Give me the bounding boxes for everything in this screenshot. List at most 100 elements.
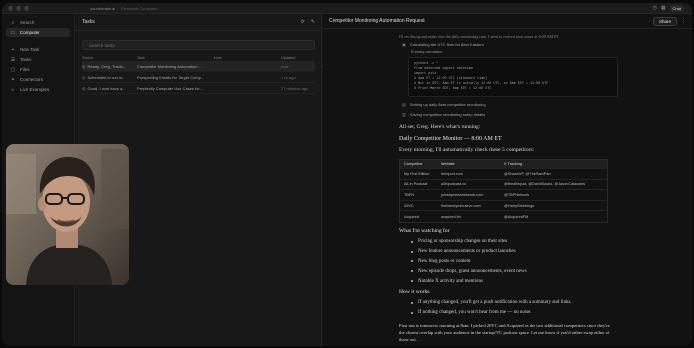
table-row[interactable]: ◷ Scheduled to run in... Prospecting Emai… <box>82 72 315 83</box>
tab-label: Research Computer <box>121 6 157 11</box>
bullet-dot <box>411 260 413 263</box>
address-bar[interactable]: yourdomain.ai Research Computer <box>90 5 157 12</box>
refresh-icon[interactable]: ⟳ <box>301 19 305 25</box>
table-row: My First Million mfmpod.com @ShaanVP, @T… <box>400 169 607 180</box>
conversation-title: Competitor Monitoring Automation Request <box>329 18 425 24</box>
terminal-icon: ▣ <box>402 42 406 47</box>
sidebar-item-label: Tasks <box>20 57 32 62</box>
step-item[interactable]: ▣ Calculating the UTC time for 8am Easte… <box>399 42 629 47</box>
conversation-content: I'll set this up and make sure the daily… <box>399 29 629 346</box>
sidebar-item-files[interactable]: ▢ Files <box>6 65 70 74</box>
competitor-table: Competitor Website X Tracking My First M… <box>399 159 608 223</box>
search-placeholder: Search tasks <box>89 42 116 48</box>
watching-list: Pricing or sponsorship changes on their … <box>399 237 629 286</box>
sidebar-item-search[interactable]: ⌕ Search <box>6 18 70 27</box>
sidebar-item-connectors[interactable]: ⚭ Connectors <box>6 75 70 84</box>
share-label: Share <box>658 18 671 24</box>
website-cell: joinsbpnewsnetwork.com <box>441 192 484 197</box>
sidebar-item-label: Connectors <box>20 77 44 82</box>
sidebar-item-label: Computer <box>20 30 40 35</box>
conversation-panel: Competitor Monitoring Automation Request… <box>323 14 692 346</box>
plus-icon: + <box>11 46 15 53</box>
folder-icon: ▢ <box>10 66 16 73</box>
maximize-dot[interactable] <box>24 6 29 11</box>
conversation-header: Competitor Monitoring Automation Request… <box>323 14 692 29</box>
sidebar-item-label: New Task <box>20 47 40 52</box>
status-cell: ◷ Scheduled to run in... <box>82 75 137 80</box>
grid-icon[interactable]: ▦ <box>661 5 666 12</box>
updated-text: now <box>281 63 289 69</box>
list-item: If anything changed, you'll get a push n… <box>411 298 629 308</box>
clock-icon: ◷ <box>82 74 86 80</box>
bullet-dot <box>411 311 413 314</box>
title-bar-actions: ◷ ▦ Chat <box>652 5 684 12</box>
column-note[interactable]: Note <box>214 56 281 60</box>
updated-cell: now⋯ <box>281 64 328 69</box>
website-cell: thetwentyminutevc.com <box>441 203 481 208</box>
column-task[interactable]: Task <box>137 56 214 60</box>
check-circle-icon: ◎ <box>82 63 86 69</box>
bullet-dot <box>411 270 413 273</box>
table-row[interactable]: ◎ Ready, Greg, Tracki... Competitor Monit… <box>82 61 325 72</box>
monitor-heading: Daily Competitor Monitor — 8:00 AM ET <box>399 136 502 142</box>
column-status[interactable]: Status <box>82 56 137 60</box>
sidebar-item-live-examples[interactable]: ▹ Live Examples <box>6 85 70 94</box>
website-cell: allinpodcast.co <box>441 182 467 187</box>
status-text: Good, I now have a... <box>87 85 126 91</box>
code-line: # Print March EDT, 8am EDT = 12:00 UTC <box>414 87 492 91</box>
table-row[interactable]: ◎ Good, I now have a... Perplexity Comput… <box>82 83 315 94</box>
sidebar-item-label: Live Examples <box>20 87 50 92</box>
task-search-input[interactable]: Search tasks <box>82 40 315 50</box>
website-cell: acquired.fm <box>441 214 461 219</box>
minimize-dot[interactable] <box>16 6 21 11</box>
window-controls <box>8 6 29 11</box>
table-row: 20VC thetwentyminutevc.com @HarryStebbin… <box>400 201 607 212</box>
close-dot[interactable] <box>8 6 13 11</box>
header-cell: Website <box>441 162 455 166</box>
sidebar-item-tasks[interactable]: ☰ Tasks <box>6 55 70 64</box>
share-button[interactable]: Share <box>652 16 677 26</box>
list-item-text: New episode drops, guest announcements, … <box>418 268 527 274</box>
x-tracking-cell: @AcquiredFM <box>504 214 529 219</box>
task-cell: Competitor Monitoring Automation... <box>137 63 201 69</box>
step-item[interactable]: ▤ Setting up daily 8am competitor monito… <box>399 102 629 107</box>
edit-icon[interactable]: ✎ <box>311 19 315 25</box>
column-updated[interactable]: Updated <box>281 56 328 60</box>
list-item: New blog posts or content <box>411 257 629 267</box>
competitor-cell: TBPN <box>404 192 415 197</box>
status-text: Scheduled to run in... <box>87 74 126 80</box>
calendar-icon: ▤ <box>402 102 406 107</box>
list-item-text: New blog posts or content <box>418 258 471 264</box>
step-item[interactable]: ▥ Saving competitor monitoring setup det… <box>399 112 629 117</box>
chat-button[interactable]: Chat <box>669 5 684 12</box>
previous-message: I'll set this up and make sure the daily… <box>399 34 560 39</box>
list-item-text: Pricing or sponsorship changes on their … <box>418 239 508 245</box>
sidebar-item-label: Files <box>20 67 30 72</box>
plug-icon: ⚭ <box>10 76 16 83</box>
competitor-cell: All-In Podcast <box>404 182 428 187</box>
conversation-actions: Share ⋮ <box>652 16 686 26</box>
list-item-text: If nothing changed, you won't hear from … <box>418 310 532 316</box>
intro-text: All set, Greg. Here's what's running: <box>399 124 481 130</box>
history-icon[interactable]: ◷ <box>652 5 656 12</box>
table-row: All-In Podcast allinpodcast.co @theallin… <box>400 180 607 191</box>
presenter-image <box>6 144 129 285</box>
more-icon[interactable]: ⋮ <box>681 18 686 24</box>
sidebar-item-new-task[interactable]: + New Task <box>6 45 70 54</box>
check-circle-icon: ◎ <box>82 85 86 91</box>
list-item: New episode drops, guest announcements, … <box>411 266 629 276</box>
url-text: yourdomain.ai <box>90 6 116 11</box>
closing-text: First run is tomorrow morning at 8am. I … <box>399 322 610 342</box>
sidebar-item-computer[interactable]: ▭ Computer <box>6 28 70 37</box>
table-row: TBPN joinsbpnewsnetwork.com @TBPNetwork <box>400 190 607 201</box>
x-tracking-cell: @ShaanVP, @TheSamParr <box>504 171 551 176</box>
status-cell: ◎ Ready, Greg, Tracki... <box>82 64 137 69</box>
tasks-title: Tasks <box>82 19 95 25</box>
step-label: Saving competitor monitoring setup detai… <box>409 112 486 117</box>
sidebar-item-label: Search <box>20 20 35 25</box>
bullet-dot <box>411 301 413 304</box>
play-icon: ▹ <box>11 86 15 93</box>
updated-cell: 27 minutes ago <box>281 85 309 91</box>
list-item-text: Notable X activity and mentions <box>418 278 483 284</box>
x-tracking-cell: @theallinpod, @DavidSacks, @JasonCalacan… <box>504 182 586 187</box>
